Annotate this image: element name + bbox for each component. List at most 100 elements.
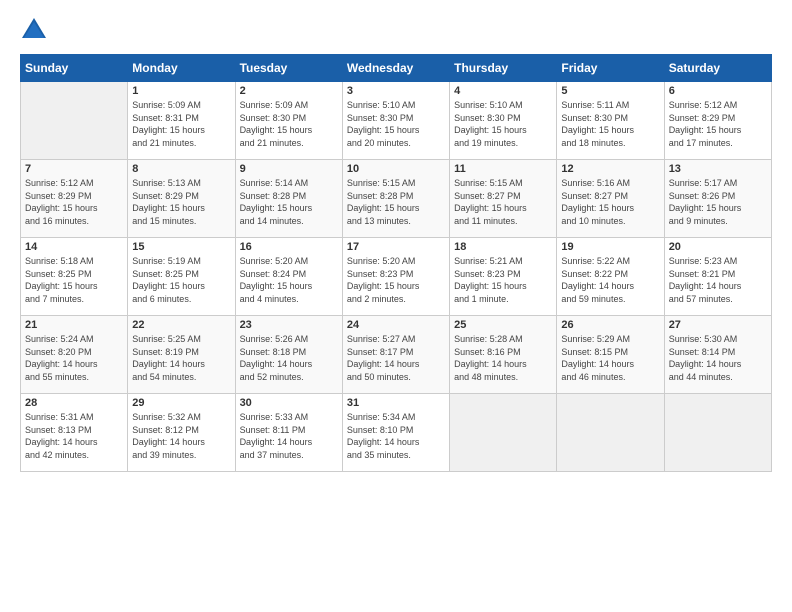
calendar-cell: 24 Sunrise: 5:27 AM Sunset: 8:17 PM Dayli… xyxy=(342,316,449,394)
day-number: 27 xyxy=(669,319,767,331)
calendar-cell: 11 Sunrise: 5:15 AM Sunset: 8:27 PM Dayli… xyxy=(450,160,557,238)
calendar-cell: 6 Sunrise: 5:12 AM Sunset: 8:29 PM Daylig… xyxy=(664,82,771,160)
day-number: 23 xyxy=(240,319,338,331)
day-of-week-header: Monday xyxy=(128,55,235,82)
day-number: 9 xyxy=(240,163,338,175)
calendar-cell: 15Sunrise: 5:19 AM Sunset: 8:25 PM Dayli… xyxy=(128,238,235,316)
day-of-week-header: Friday xyxy=(557,55,664,82)
day-of-week-header: Sunday xyxy=(21,55,128,82)
day-info: Sunrise: 5:26 AM Sunset: 8:18 PM Dayligh… xyxy=(240,333,338,383)
day-info: Sunrise: 5:12 AM Sunset: 8:29 PM Dayligh… xyxy=(669,99,767,149)
day-info: Sunrise: 5:16 AM Sunset: 8:27 PM Dayligh… xyxy=(561,177,659,227)
day-info: Sunrise: 5:14 AM Sunset: 8:28 PM Dayligh… xyxy=(240,177,338,227)
day-info: Sunrise: 5:20 AM Sunset: 8:23 PM Dayligh… xyxy=(347,255,445,305)
logo xyxy=(20,16,50,44)
day-number: 15 xyxy=(132,241,230,253)
logo-icon xyxy=(20,16,48,44)
day-info: Sunrise: 5:12 AM Sunset: 8:29 PM Dayligh… xyxy=(25,177,123,227)
calendar-cell: 3 Sunrise: 5:10 AM Sunset: 8:30 PM Daylig… xyxy=(342,82,449,160)
calendar-cell: 10 Sunrise: 5:15 AM Sunset: 8:28 PM Dayli… xyxy=(342,160,449,238)
calendar-week-row: 28 Sunrise: 5:31 AM Sunset: 8:13 PM Dayli… xyxy=(21,394,772,472)
day-of-week-header: Tuesday xyxy=(235,55,342,82)
day-info: Sunrise: 5:22 AM Sunset: 8:22 PM Dayligh… xyxy=(561,255,659,305)
calendar-cell: 20Sunrise: 5:23 AM Sunset: 8:21 PM Dayli… xyxy=(664,238,771,316)
calendar-cell xyxy=(21,82,128,160)
day-info: Sunrise: 5:24 AM Sunset: 8:20 PM Dayligh… xyxy=(25,333,123,383)
day-number: 18 xyxy=(454,241,552,253)
day-info: Sunrise: 5:13 AM Sunset: 8:29 PM Dayligh… xyxy=(132,177,230,227)
day-info: Sunrise: 5:17 AM Sunset: 8:26 PM Dayligh… xyxy=(669,177,767,227)
calendar-week-row: 21 Sunrise: 5:24 AM Sunset: 8:20 PM Dayli… xyxy=(21,316,772,394)
day-number: 6 xyxy=(669,85,767,97)
calendar-cell: 2 Sunrise: 5:09 AM Sunset: 8:30 PM Daylig… xyxy=(235,82,342,160)
calendar-cell: 25 Sunrise: 5:28 AM Sunset: 8:16 PM Dayli… xyxy=(450,316,557,394)
calendar-cell: 29 Sunrise: 5:32 AM Sunset: 8:12 PM Dayli… xyxy=(128,394,235,472)
day-number: 3 xyxy=(347,85,445,97)
day-number: 24 xyxy=(347,319,445,331)
day-number: 4 xyxy=(454,85,552,97)
day-info: Sunrise: 5:21 AM Sunset: 8:23 PM Dayligh… xyxy=(454,255,552,305)
calendar-week-row: 14 Sunrise: 5:18 AM Sunset: 8:25 PM Dayli… xyxy=(21,238,772,316)
day-info: Sunrise: 5:31 AM Sunset: 8:13 PM Dayligh… xyxy=(25,411,123,461)
day-number: 11 xyxy=(454,163,552,175)
calendar-cell: 30Sunrise: 5:33 AM Sunset: 8:11 PM Dayli… xyxy=(235,394,342,472)
calendar-cell: 12 Sunrise: 5:16 AM Sunset: 8:27 PM Dayli… xyxy=(557,160,664,238)
calendar-cell: 9 Sunrise: 5:14 AM Sunset: 8:28 PM Daylig… xyxy=(235,160,342,238)
calendar-cell xyxy=(557,394,664,472)
day-number: 16 xyxy=(240,241,338,253)
calendar-table: SundayMondayTuesdayWednesdayThursdayFrid… xyxy=(20,54,772,472)
day-info: Sunrise: 5:11 AM Sunset: 8:30 PM Dayligh… xyxy=(561,99,659,149)
day-number: 5 xyxy=(561,85,659,97)
day-number: 2 xyxy=(240,85,338,97)
day-info: Sunrise: 5:09 AM Sunset: 8:31 PM Dayligh… xyxy=(132,99,230,149)
day-info: Sunrise: 5:10 AM Sunset: 8:30 PM Dayligh… xyxy=(347,99,445,149)
day-number: 21 xyxy=(25,319,123,331)
calendar-cell: 1Sunrise: 5:09 AM Sunset: 8:31 PM Daylig… xyxy=(128,82,235,160)
day-number: 12 xyxy=(561,163,659,175)
day-number: 26 xyxy=(561,319,659,331)
calendar-cell: 23 Sunrise: 5:26 AM Sunset: 8:18 PM Dayli… xyxy=(235,316,342,394)
header-row: SundayMondayTuesdayWednesdayThursdayFrid… xyxy=(21,55,772,82)
day-number: 28 xyxy=(25,397,123,409)
calendar-cell: 27 Sunrise: 5:30 AM Sunset: 8:14 PM Dayli… xyxy=(664,316,771,394)
calendar-cell: 7 Sunrise: 5:12 AM Sunset: 8:29 PM Daylig… xyxy=(21,160,128,238)
day-number: 22 xyxy=(132,319,230,331)
day-info: Sunrise: 5:34 AM Sunset: 8:10 PM Dayligh… xyxy=(347,411,445,461)
day-number: 8 xyxy=(132,163,230,175)
day-number: 14 xyxy=(25,241,123,253)
day-info: Sunrise: 5:09 AM Sunset: 8:30 PM Dayligh… xyxy=(240,99,338,149)
day-info: Sunrise: 5:28 AM Sunset: 8:16 PM Dayligh… xyxy=(454,333,552,383)
calendar-week-row: 7 Sunrise: 5:12 AM Sunset: 8:29 PM Daylig… xyxy=(21,160,772,238)
day-number: 7 xyxy=(25,163,123,175)
day-of-week-header: Thursday xyxy=(450,55,557,82)
calendar-cell: 21 Sunrise: 5:24 AM Sunset: 8:20 PM Dayli… xyxy=(21,316,128,394)
calendar-cell: 28 Sunrise: 5:31 AM Sunset: 8:13 PM Dayli… xyxy=(21,394,128,472)
day-info: Sunrise: 5:25 AM Sunset: 8:19 PM Dayligh… xyxy=(132,333,230,383)
day-info: Sunrise: 5:29 AM Sunset: 8:15 PM Dayligh… xyxy=(561,333,659,383)
day-info: Sunrise: 5:18 AM Sunset: 8:25 PM Dayligh… xyxy=(25,255,123,305)
day-info: Sunrise: 5:15 AM Sunset: 8:27 PM Dayligh… xyxy=(454,177,552,227)
day-number: 29 xyxy=(132,397,230,409)
calendar-cell: 17Sunrise: 5:20 AM Sunset: 8:23 PM Dayli… xyxy=(342,238,449,316)
calendar-cell: 31 Sunrise: 5:34 AM Sunset: 8:10 PM Dayli… xyxy=(342,394,449,472)
day-info: Sunrise: 5:10 AM Sunset: 8:30 PM Dayligh… xyxy=(454,99,552,149)
calendar-cell xyxy=(450,394,557,472)
calendar-cell: 4 Sunrise: 5:10 AM Sunset: 8:30 PM Daylig… xyxy=(450,82,557,160)
calendar-cell: 8 Sunrise: 5:13 AM Sunset: 8:29 PM Daylig… xyxy=(128,160,235,238)
day-number: 13 xyxy=(669,163,767,175)
day-info: Sunrise: 5:30 AM Sunset: 8:14 PM Dayligh… xyxy=(669,333,767,383)
calendar-week-row: 1Sunrise: 5:09 AM Sunset: 8:31 PM Daylig… xyxy=(21,82,772,160)
calendar-cell: 14 Sunrise: 5:18 AM Sunset: 8:25 PM Dayli… xyxy=(21,238,128,316)
day-info: Sunrise: 5:27 AM Sunset: 8:17 PM Dayligh… xyxy=(347,333,445,383)
day-of-week-header: Saturday xyxy=(664,55,771,82)
calendar-cell: 26 Sunrise: 5:29 AM Sunset: 8:15 PM Dayli… xyxy=(557,316,664,394)
calendar-cell: 19Sunrise: 5:22 AM Sunset: 8:22 PM Dayli… xyxy=(557,238,664,316)
calendar-cell: 5 Sunrise: 5:11 AM Sunset: 8:30 PM Daylig… xyxy=(557,82,664,160)
day-number: 31 xyxy=(347,397,445,409)
day-number: 10 xyxy=(347,163,445,175)
day-info: Sunrise: 5:15 AM Sunset: 8:28 PM Dayligh… xyxy=(347,177,445,227)
day-info: Sunrise: 5:32 AM Sunset: 8:12 PM Dayligh… xyxy=(132,411,230,461)
day-number: 25 xyxy=(454,319,552,331)
calendar-cell: 16Sunrise: 5:20 AM Sunset: 8:24 PM Dayli… xyxy=(235,238,342,316)
day-number: 30 xyxy=(240,397,338,409)
